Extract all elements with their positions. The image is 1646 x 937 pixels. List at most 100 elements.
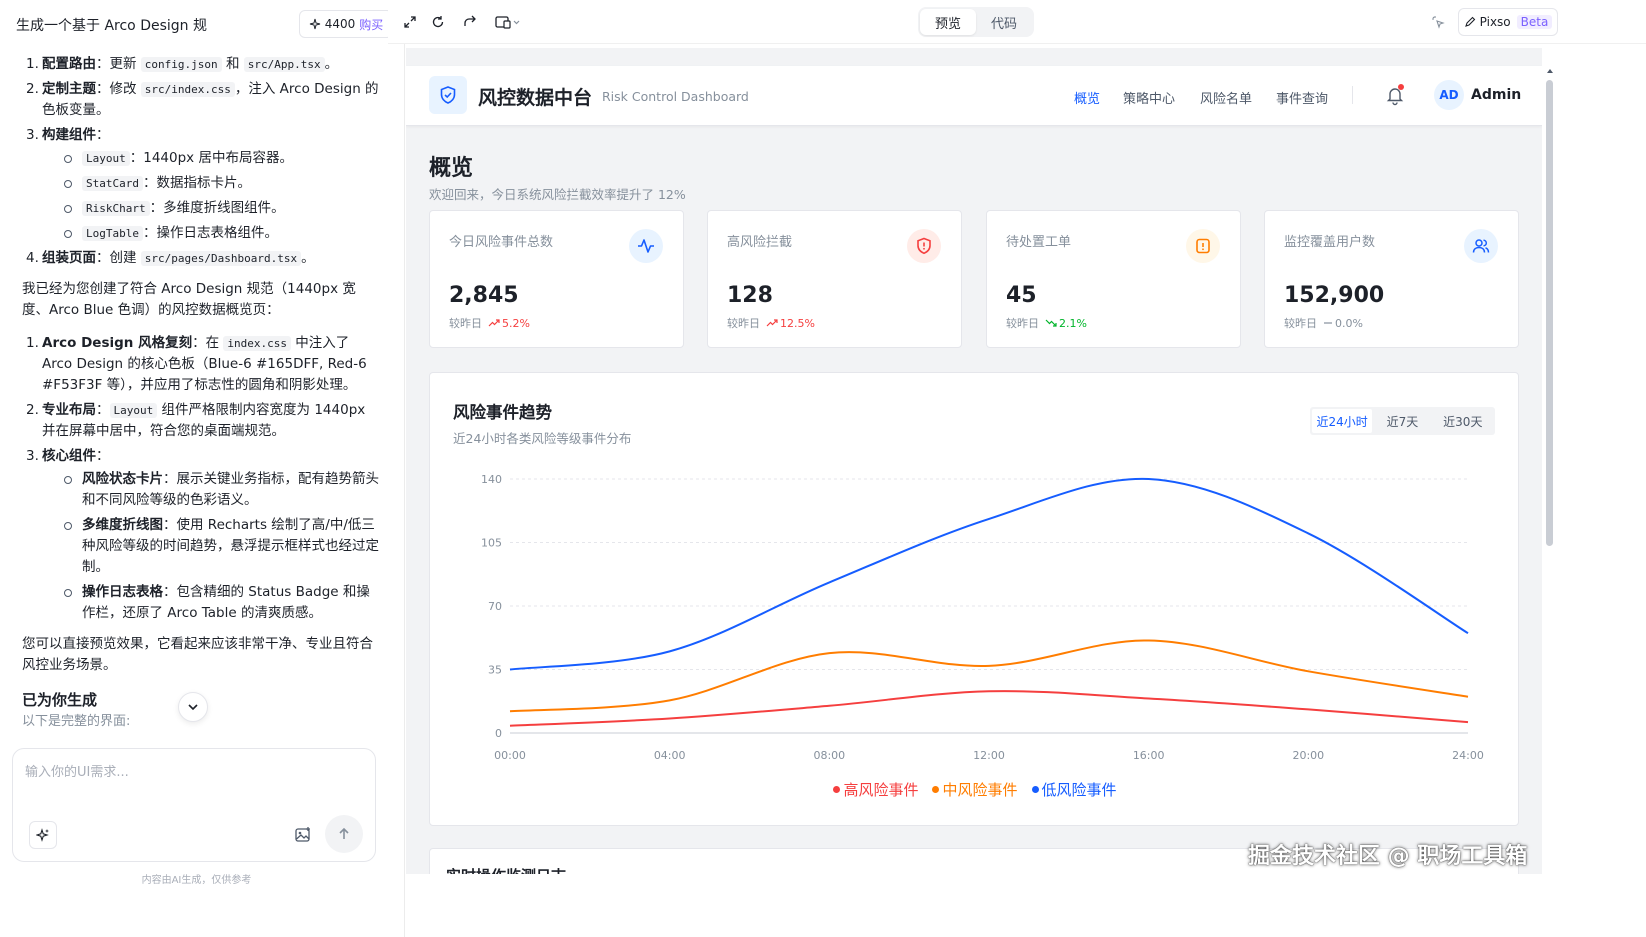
core-item: 风险状态卡片：展示关键业务指标，配有趋势箭头和不同风险等级的色彩语义。 [62, 469, 382, 511]
stat-value: 2,845 [449, 283, 519, 308]
redo-icon [464, 15, 476, 26]
upload-image-button[interactable] [289, 821, 317, 849]
time-range-tabs: 近24小时 近7天 近30天 [1310, 407, 1495, 435]
stat-footer: 较昨日 12.5% [727, 315, 815, 331]
magic-enhance-button[interactable] [29, 821, 57, 849]
range-30d[interactable]: 近30天 [1433, 409, 1493, 433]
tab-code[interactable]: 代码 [976, 9, 1032, 35]
legend-item-medium[interactable]: 中风险事件 [932, 779, 1018, 800]
nav-divider [1352, 86, 1353, 104]
component-item: Layout ：1440px 居中布局容器。 [62, 148, 382, 169]
point-text: ： [96, 402, 110, 418]
page-subtitle: 欢迎回来，今日系统风险拦截效率提升了 12% [429, 187, 686, 202]
preview-toolbar: 预览 代码 Pixso Beta [388, 0, 1646, 44]
risk-trend-chart-card: 风险事件趋势 近24小时各类风险等级事件分布 近24小时 近7天 近30天 0 3… [429, 372, 1519, 826]
component-desc: ：操作日志表格组件。 [142, 225, 278, 241]
point-title: 专业布局 [42, 402, 96, 418]
stat-icon-badge [1464, 229, 1498, 263]
trend-percent: 0.0% [1335, 316, 1363, 330]
device-icon [495, 16, 520, 29]
notification-dot [1398, 84, 1404, 90]
pixso-label: Pixso [1479, 15, 1511, 29]
tab-preview[interactable]: 预览 [920, 9, 976, 35]
range-7d[interactable]: 近7天 [1372, 409, 1432, 433]
stat-icon-badge [907, 229, 941, 263]
sparkle-icon [309, 18, 320, 30]
preview-scrollbar[interactable] [1543, 64, 1557, 874]
expand-icon [404, 16, 416, 28]
chat-header: 生成一个基于 Arco Design 规 4400 购买 [0, 0, 405, 48]
select-mode-button[interactable] [1428, 12, 1448, 32]
cursor-click-icon [1432, 16, 1445, 29]
scroll-thumb[interactable] [1546, 80, 1553, 546]
trend-percent: 5.2% [502, 316, 530, 330]
chevron-down-icon [188, 704, 198, 711]
page-title: 概览 [429, 156, 474, 181]
core-title: 操作日志表格 [82, 584, 163, 600]
stat-icon-badge [629, 229, 663, 263]
legend-item-low[interactable]: 低风险事件 [1031, 779, 1117, 800]
chat-messages: 1. 配置路由：更新 config.json 和 src/App.tsx。 2.… [22, 54, 382, 774]
trend-percent: 12.5% [780, 316, 815, 330]
open-in-pixso-button[interactable]: Pixso Beta [1458, 8, 1558, 36]
point-item: 3. 核心组件： 风险状态卡片：展示关键业务指标，配有趋势箭头和不同风险等级的色… [22, 446, 382, 624]
inline-code: StatCard [82, 176, 143, 191]
nav-strategy[interactable]: 策略中心 [1123, 88, 1175, 107]
x-tick-label: 12:00 [973, 749, 1005, 762]
core-item: 操作日志表格：包含精细的 Status Badge 和操作栏，还原了 Arco … [62, 582, 382, 624]
buy-link[interactable]: 购买 [359, 16, 383, 33]
point-title: Arco Design 风格复刻 [42, 335, 193, 351]
chat-panel: 生成一个基于 Arco Design 规 4400 购买 1. 配置路由：更新 … [0, 0, 405, 937]
component-item: RiskChart ：多维度折线图组件。 [62, 198, 382, 219]
credits-button[interactable]: 4400 购买 [299, 10, 393, 38]
send-button[interactable] [325, 815, 363, 853]
stat-card-events: 今日风险事件总数 2,845 较昨日 5.2% [429, 210, 684, 348]
avatar[interactable]: AD [1434, 80, 1464, 110]
series-line-low [509, 477, 1469, 671]
expand-button[interactable] [400, 12, 420, 32]
inline-code: src/index.css [140, 82, 235, 97]
trend-value: 2.1% [1045, 317, 1087, 330]
component-desc: ：数据指标卡片。 [142, 175, 251, 191]
nav-overview[interactable]: 概览 [1074, 88, 1100, 107]
plan-list: 1. 配置路由：更新 config.json 和 src/App.tsx。 2.… [22, 54, 382, 269]
redo-button[interactable] [460, 12, 480, 32]
list-number: 1. [26, 56, 39, 72]
stat-card-covered-users: 监控覆盖用户数 152,900 较昨日 0.0% [1264, 210, 1519, 348]
list-number: 4. [26, 250, 39, 266]
inline-code: config.json [140, 57, 222, 72]
compare-label: 较昨日 [1006, 317, 1039, 330]
stat-card-high-risk: 高风险拦截 128 较昨日 12.5% [707, 210, 962, 348]
scroll-down-button[interactable] [178, 692, 208, 722]
point-item: 2. 专业布局： Layout 组件严格限制内容宽度为 1440px 并在屏幕中居… [22, 400, 382, 442]
credits-count: 4400 [324, 17, 356, 31]
plan-text: ：修改 [96, 81, 141, 97]
username[interactable]: Admin [1471, 87, 1521, 103]
point-text: ：在 [192, 335, 224, 351]
plan-text: 。 [301, 250, 315, 266]
stat-footer: 较昨日 0.0% [1284, 315, 1363, 331]
refresh-button[interactable] [428, 12, 448, 32]
nav-event-query[interactable]: 事件查询 [1276, 88, 1328, 107]
trend-up-icon [766, 319, 778, 327]
closing-text: 您可以直接预览效果，它看起来应该非常干净、专业且符合风控业务场景。 [22, 636, 373, 673]
stat-value: 152,900 [1284, 283, 1385, 308]
list-number: 1. [26, 335, 39, 351]
users-icon [1472, 239, 1490, 253]
preview-canvas: 风控数据中台 Risk Control Dashboard 概览 策略中心 风险… [406, 48, 1542, 874]
y-tick-label: 70 [488, 600, 502, 613]
refresh-icon [432, 16, 444, 28]
nav-risk-list[interactable]: 风险名单 [1200, 88, 1252, 107]
legend-label: 低风险事件 [1041, 781, 1117, 799]
inline-code: src/App.tsx [243, 57, 325, 72]
device-select[interactable] [492, 12, 524, 32]
range-24h[interactable]: 近24小时 [1312, 409, 1373, 433]
prompt-input[interactable] [25, 761, 355, 801]
stat-label: 高风险拦截 [727, 235, 793, 250]
y-tick-label: 0 [495, 727, 502, 740]
stat-icon-badge [1186, 229, 1220, 263]
legend-dot [1031, 786, 1039, 793]
legend-item-high[interactable]: 高风险事件 [833, 779, 918, 800]
stat-label: 监控覆盖用户数 [1284, 235, 1376, 250]
point-item: 1. Arco Design 风格复刻：在 index.css 中注入了 Arc… [22, 333, 382, 396]
